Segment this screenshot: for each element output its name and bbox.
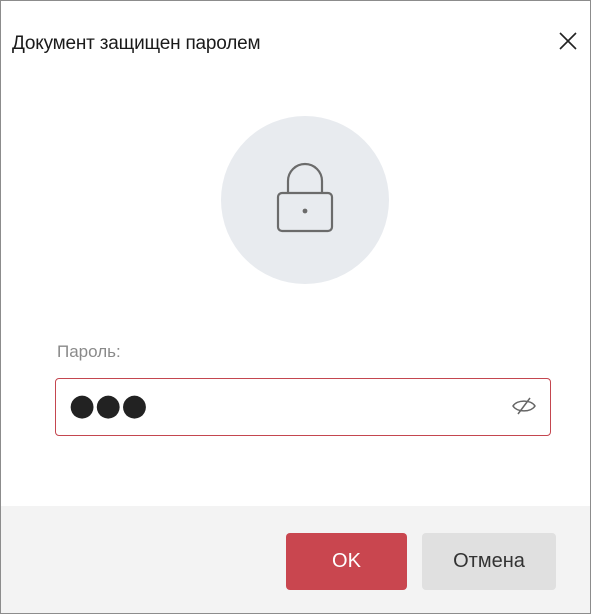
close-icon xyxy=(559,31,577,55)
cancel-button[interactable]: Отмена xyxy=(422,533,556,590)
close-button[interactable] xyxy=(550,25,586,61)
password-input[interactable]: ●●● xyxy=(55,378,551,436)
toggle-password-visibility-button[interactable] xyxy=(511,396,537,420)
password-dialog: Документ защищен паролем Пароль: ●●● OK … xyxy=(0,0,591,614)
dialog-titlebar: Документ защищен паролем xyxy=(1,1,590,91)
eye-slash-icon xyxy=(511,396,537,421)
password-masked-value: ●●● xyxy=(69,388,148,423)
ok-button[interactable]: OK xyxy=(286,533,407,590)
lock-illustration xyxy=(221,116,389,284)
dialog-footer: OK Отмена xyxy=(1,506,590,613)
dialog-title: Документ защищен паролем xyxy=(12,33,261,54)
password-label: Пароль: xyxy=(57,342,121,361)
lock-icon xyxy=(274,159,336,242)
